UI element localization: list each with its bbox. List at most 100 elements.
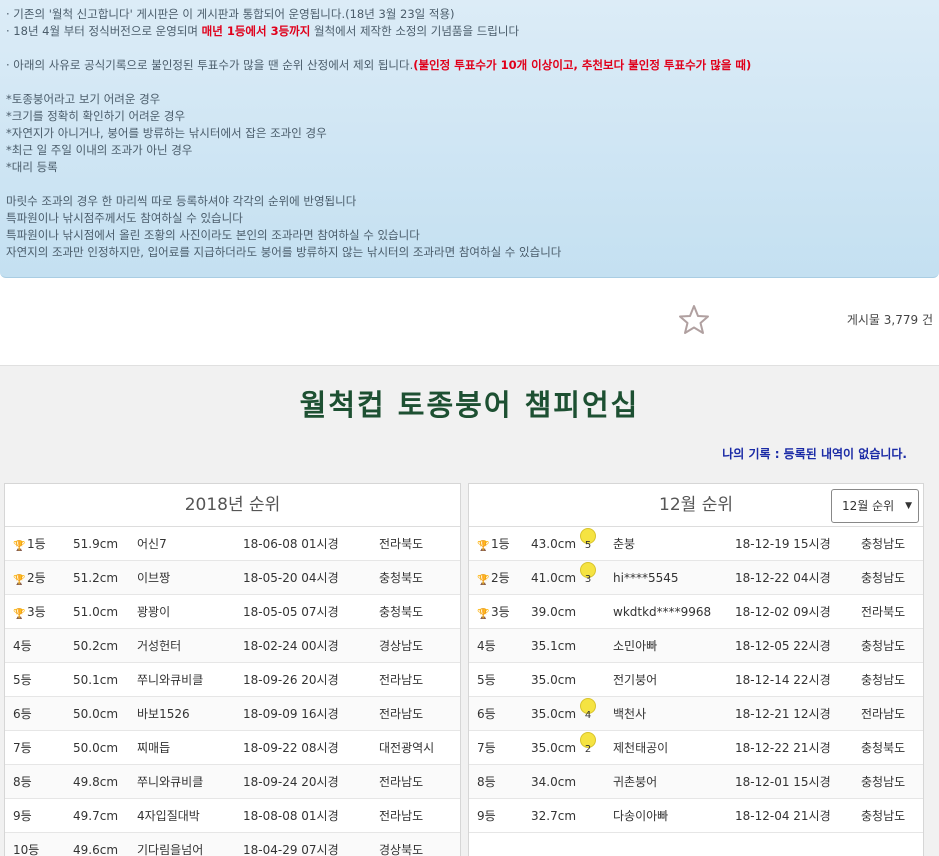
size-value: 43.0cm <box>531 537 577 551</box>
table-row[interactable]: 9등 32.7cm 다송이아빠 18-12-04 21시경 충청남도 <box>469 799 923 833</box>
size-value: 49.6cm <box>73 843 119 856</box>
angler-name[interactable]: 춘붕 <box>613 527 635 561</box>
rule-item: 특파원이나 낚시점에서 올린 조황의 사진이라도 본인의 조과라면 참여하실 수… <box>6 228 420 242</box>
angler-name[interactable]: 거성헌터 <box>137 629 181 663</box>
rank-label: 7등 <box>477 741 496 755</box>
rank-label: 8등 <box>477 775 496 789</box>
rule-item: 특파원이나 낚시점주께서도 참여하실 수 있습니다 <box>6 211 243 225</box>
rank-cell: 6등 <box>477 697 496 731</box>
angler-name[interactable]: 쭈니와큐비클 <box>137 663 203 697</box>
region-cell: 충청남도 <box>861 775 906 789</box>
angler-name[interactable]: 제천태공이 <box>613 731 668 765</box>
table-row[interactable]: 🏆 3등 51.0cm 꽝꽝이 18-05-05 07시경 충청북도 <box>5 595 460 629</box>
angler-name[interactable]: 다송이아빠 <box>613 799 668 833</box>
reason-item: *크기를 정확히 확인하기 어려운 경우 <box>6 109 186 123</box>
table-row[interactable]: 🏆 2등 41.0cm 3 hi****5545 18-12-22 04시경 충청남도 <box>469 561 923 595</box>
size-value: 50.2cm <box>73 639 119 653</box>
size-cell: 50.0cm <box>73 697 118 731</box>
rank-cell: 9등 <box>13 799 32 833</box>
angler-name[interactable]: 백천사 <box>613 697 646 731</box>
region-cell: 전라남도 <box>379 775 424 789</box>
angler-name[interactable]: 전기붕어 <box>613 663 657 697</box>
notice-line: · 18년 4월 부터 정식버전으로 운영되며 매년 1등에서 3등까지 월척에… <box>6 23 933 40</box>
rank-label: 3등 <box>27 605 46 619</box>
vote-count-badge: 4 <box>580 698 597 721</box>
angler-name[interactable]: 어신7 <box>137 527 167 561</box>
table-row[interactable]: 5등 50.1cm 쭈니와큐비클 18-09-26 20시경 전라남도 <box>5 663 460 697</box>
yearly-ranking-list: 🏆 1등 51.9cm 어신7 18-06-08 01시경 전라북도 🏆 2등 51.2cm 이브… <box>5 527 460 856</box>
notice-highlight: 매년 1등에서 3등까지 <box>201 24 311 38</box>
table-row[interactable]: 🏆 3등 39.0cm wkdtkd****9968 18-12-02 09시경 전라북도 <box>469 595 923 629</box>
size-value: 49.7cm <box>73 809 119 823</box>
region-cell: 충청북도 <box>379 605 424 619</box>
rank-cell: 🏆 1등 <box>13 527 46 561</box>
rank-cell: 🏆 2등 <box>13 561 46 595</box>
catch-date: 18-12-22 04시경 <box>735 571 831 585</box>
table-row[interactable]: 4등 50.2cm 거성헌터 18-02-24 00시경 경상남도 <box>5 629 460 663</box>
angler-name[interactable]: 소민아빠 <box>613 629 657 663</box>
region-cell: 충청남도 <box>861 639 906 653</box>
table-row[interactable]: 4등 35.1cm 소민아빠 18-12-05 22시경 충청남도 <box>469 629 923 663</box>
table-row[interactable]: 7등 50.0cm 찌매듭 18-09-22 08시경 대전광역시 <box>5 731 460 765</box>
notice-box: · 기존의 '월척 신고합니다' 게시판은 이 게시판과 통합되어 운영됩니다.… <box>0 0 939 278</box>
month-select[interactable]: 12월 순위 ▼ <box>831 489 919 523</box>
table-row[interactable]: 🏆 1등 43.0cm 5 춘붕 18-12-19 15시경 충청남도 <box>469 527 923 561</box>
catch-date: 18-05-20 04시경 <box>243 571 339 585</box>
rank-label: 2등 <box>491 571 510 585</box>
angler-name[interactable]: 기다림을넘어 <box>137 833 203 856</box>
region-cell: 경상북도 <box>379 843 424 856</box>
region-cell: 전라남도 <box>861 707 906 721</box>
angler-name[interactable]: 귀촌붕어 <box>613 765 657 799</box>
angler-name[interactable]: wkdtkd****9968 <box>613 595 711 629</box>
table-row[interactable]: 9등 49.7cm 4자입질대박 18-08-08 01시경 전라남도 <box>5 799 460 833</box>
reason-item: *토종붕어라고 보기 어려운 경우 <box>6 92 161 106</box>
rank-label: 1등 <box>27 537 46 551</box>
rank-label: 7등 <box>13 741 32 755</box>
table-row[interactable]: 10등 49.6cm 기다림을넘어 18-04-29 07시경 경상북도 <box>5 833 460 856</box>
catch-date: 18-12-19 15시경 <box>735 537 831 551</box>
rank-label: 5등 <box>13 673 32 687</box>
reason-item: *최근 일 주일 이내의 조과가 아닌 경우 <box>6 143 193 157</box>
region-cell: 전라북도 <box>379 537 424 551</box>
angler-name[interactable]: hi****5545 <box>613 561 678 595</box>
table-row[interactable]: 7등 35.0cm 2 제천태공이 18-12-22 21시경 충청북도 <box>469 731 923 765</box>
size-value: 34.0cm <box>531 775 577 789</box>
size-value: 50.0cm <box>73 741 119 755</box>
size-cell: 51.9cm <box>73 527 118 561</box>
table-row[interactable]: 🏆 2등 51.2cm 이브짱 18-05-20 04시경 충청북도 <box>5 561 460 595</box>
angler-name[interactable]: 4자입질대박 <box>137 799 200 833</box>
table-row[interactable]: 8등 49.8cm 쭈니와큐비클 18-09-24 20시경 전라남도 <box>5 765 460 799</box>
catch-date: 18-12-22 21시경 <box>735 741 831 755</box>
table-row[interactable]: 5등 35.0cm 전기붕어 18-12-14 22시경 충청남도 <box>469 663 923 697</box>
size-cell: 41.0cm 3 <box>531 561 597 595</box>
rank-label: 10등 <box>13 843 40 856</box>
rank-cell: 7등 <box>477 731 496 765</box>
angler-name[interactable]: 바보1526 <box>137 697 190 731</box>
table-row[interactable]: 8등 34.0cm 귀촌붕어 18-12-01 15시경 충청남도 <box>469 765 923 799</box>
trophy-icon: 🏆 <box>477 575 490 586</box>
table-row[interactable]: 6등 35.0cm 4 백천사 18-12-21 12시경 전라남도 <box>469 697 923 731</box>
reason-item: *대리 등록 <box>6 160 58 174</box>
notice-line: · 아래의 사유로 공식기록으로 불인정된 투표수가 많을 땐 순위 산정에서 … <box>6 57 933 74</box>
catch-date: 18-09-09 16시경 <box>243 707 339 721</box>
rank-label: 1등 <box>491 537 510 551</box>
rank-label: 6등 <box>13 707 32 721</box>
angler-name[interactable]: 꽝꽝이 <box>137 595 170 629</box>
notice-text: 월척에서 제작한 소정의 기념품을 드립니다 <box>310 24 520 38</box>
yearly-ranking-panel: 2018년 순위 🏆 1등 51.9cm 어신7 18-06-08 01시경 전라북도 🏆 2… <box>4 483 461 856</box>
catch-date: 18-12-21 12시경 <box>735 707 831 721</box>
trophy-icon: 🏆 <box>13 609 26 620</box>
angler-name[interactable]: 쭈니와큐비클 <box>137 765 203 799</box>
reason-item: *자연지가 아니거나, 붕어를 방류하는 낚시터에서 잡은 조과인 경우 <box>6 126 327 140</box>
favorite-star-icon[interactable] <box>678 304 710 336</box>
region-cell: 전라북도 <box>861 605 906 619</box>
catch-date: 18-09-22 08시경 <box>243 741 339 755</box>
size-cell: 39.0cm <box>531 595 576 629</box>
angler-name[interactable]: 이브짱 <box>137 561 170 595</box>
catch-date: 18-04-29 07시경 <box>243 843 339 856</box>
angler-name[interactable]: 찌매듭 <box>137 731 170 765</box>
size-cell: 49.7cm <box>73 799 118 833</box>
table-row[interactable]: 6등 50.0cm 바보1526 18-09-09 16시경 전라남도 <box>5 697 460 731</box>
post-count: 게시물 3,779 건 <box>846 313 933 327</box>
table-row[interactable]: 🏆 1등 51.9cm 어신7 18-06-08 01시경 전라북도 <box>5 527 460 561</box>
